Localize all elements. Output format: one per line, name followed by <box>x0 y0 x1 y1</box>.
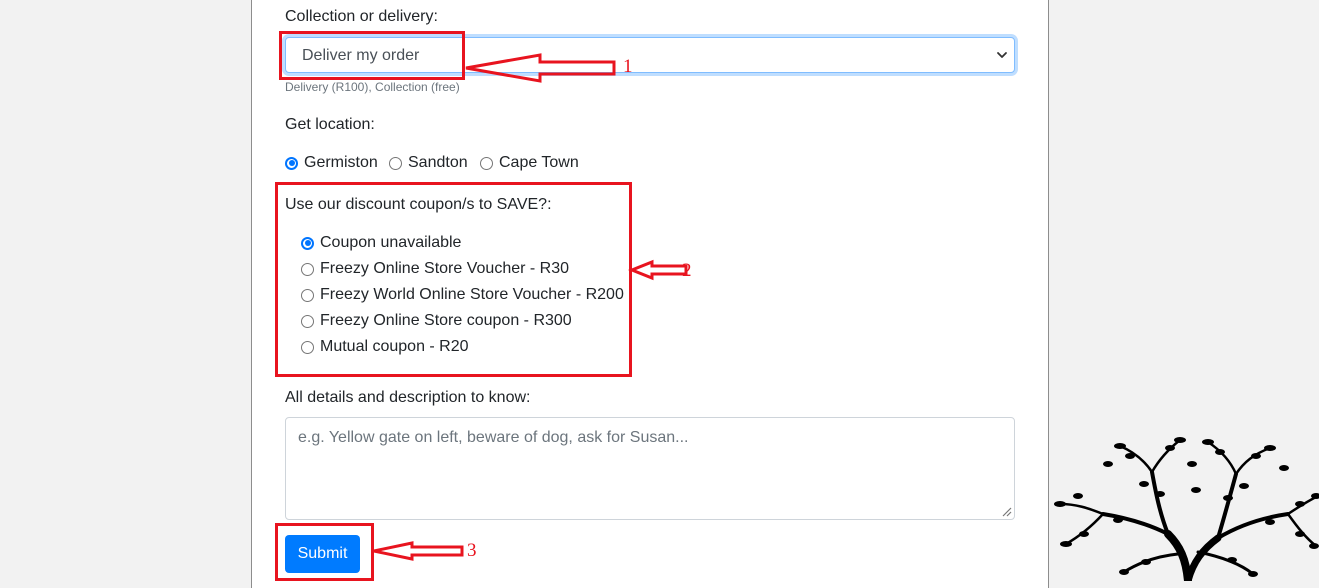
chevron-down-icon <box>997 52 1007 58</box>
details-textarea[interactable]: e.g. Yellow gate on left, beware of dog,… <box>285 417 1015 520</box>
annotation-box-3 <box>275 523 374 581</box>
location-option-label: Sandton <box>408 154 468 171</box>
red-arrow-2 <box>627 259 688 281</box>
radio-unchecked[interactable] <box>480 156 493 170</box>
details-placeholder: e.g. Yellow gate on left, beware of dog,… <box>298 429 689 446</box>
annotation-number-1: 1 <box>623 56 633 77</box>
annotation-box-1 <box>279 31 465 80</box>
location-option-label: Germiston <box>304 154 378 171</box>
red-arrow-1 <box>465 53 616 83</box>
location-option-label: Cape Town <box>499 154 579 171</box>
location-option-germiston[interactable]: Germiston <box>285 154 378 172</box>
tree-illustration <box>1054 437 1319 581</box>
collection-label: Collection or delivery: <box>285 8 438 25</box>
resize-grip-icon[interactable] <box>1000 505 1012 517</box>
collection-hint: Delivery (R100), Collection (free) <box>285 80 460 94</box>
details-label: All details and description to know: <box>285 389 531 406</box>
radio-checked[interactable] <box>285 156 298 170</box>
red-arrow-3 <box>373 541 464 561</box>
location-option-sandton[interactable]: Sandton <box>389 154 468 172</box>
annotation-box-2 <box>275 182 632 377</box>
annotation-number-3: 3 <box>467 540 477 561</box>
annotation-number-2: 2 <box>682 260 692 281</box>
radio-unchecked[interactable] <box>389 156 402 170</box>
location-option-cape-town[interactable]: Cape Town <box>480 154 579 172</box>
location-label: Get location: <box>285 116 375 133</box>
